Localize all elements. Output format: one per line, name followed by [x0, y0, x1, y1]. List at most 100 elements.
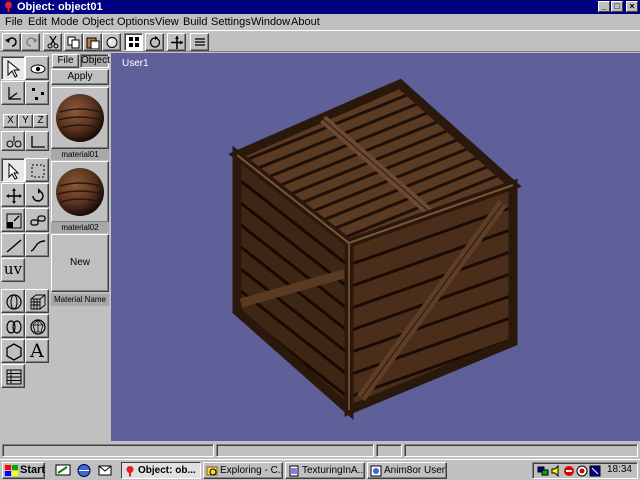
- menu-build[interactable]: Build: [183, 16, 207, 28]
- minimize-button[interactable]: _: [598, 1, 610, 12]
- nonuniform-scale-tool[interactable]: [25, 208, 49, 232]
- geosphere-tool[interactable]: [25, 314, 49, 338]
- menu-file[interactable]: File: [5, 16, 23, 28]
- system-tray: 18:34: [532, 462, 638, 479]
- points-icon: [32, 88, 44, 100]
- axis-x-toggle[interactable]: X: [3, 114, 18, 128]
- undo-button[interactable]: [2, 33, 21, 51]
- snap-tool[interactable]: [1, 131, 25, 151]
- quicklaunch-mail[interactable]: [97, 463, 113, 478]
- rotate-view-button[interactable]: [145, 33, 164, 51]
- line-tool[interactable]: [1, 233, 25, 257]
- material-name-1: material01: [51, 149, 109, 160]
- task-anim8or-user[interactable]: Anim8or User'...: [367, 462, 447, 479]
- tab-object[interactable]: Object: [80, 54, 110, 68]
- cylinder-icon: [6, 320, 22, 334]
- cube-tool[interactable]: [25, 289, 49, 313]
- scale-tool[interactable]: [1, 208, 25, 232]
- mail-icon: [98, 465, 112, 476]
- task-texturing[interactable]: TexturingInA...: [285, 462, 365, 479]
- list-button[interactable]: [190, 33, 209, 51]
- pointer-tool[interactable]: [1, 158, 25, 182]
- globe-icon[interactable]: [576, 465, 588, 477]
- tab-file[interactable]: File: [52, 54, 79, 68]
- rotate-icon: [32, 188, 44, 202]
- status-pane-4: [404, 444, 638, 457]
- status-pane-1: [2, 444, 214, 457]
- anim8or-icon: [126, 466, 134, 477]
- view-tool[interactable]: [25, 56, 49, 80]
- browser-icon: [77, 464, 91, 477]
- spline-tool[interactable]: [25, 233, 49, 257]
- menu-settings[interactable]: Settings: [211, 16, 251, 28]
- task-object-window[interactable]: Object: ob...: [121, 462, 201, 479]
- clock[interactable]: 18:34: [607, 464, 632, 475]
- wood-sphere-icon: [56, 94, 104, 142]
- wood-sphere-icon: [56, 168, 104, 216]
- apply-button[interactable]: Apply: [51, 69, 109, 85]
- network-icon[interactable]: [537, 465, 549, 477]
- move-tool[interactable]: [1, 183, 25, 207]
- move-icon: [6, 188, 22, 204]
- axis-y-toggle[interactable]: Y: [18, 114, 33, 128]
- snap-icon: [6, 136, 22, 148]
- menu-edit[interactable]: Edit: [28, 16, 47, 28]
- menu-view[interactable]: View: [155, 16, 179, 28]
- menu-object[interactable]: Object: [82, 16, 114, 28]
- start-label: Start: [20, 464, 46, 476]
- app-icon: [5, 1, 12, 12]
- material-button[interactable]: [102, 33, 121, 51]
- quicklaunch-desktop[interactable]: [55, 463, 71, 478]
- copy-button[interactable]: [64, 33, 83, 51]
- axis-z-toggle[interactable]: Z: [33, 114, 48, 128]
- eye-icon: [30, 64, 46, 74]
- sphere-tool[interactable]: [1, 289, 25, 313]
- menu-mode[interactable]: Mode: [51, 16, 79, 28]
- wooden-crate: [228, 78, 522, 420]
- scale-icon: [6, 213, 22, 229]
- cut-icon: [47, 36, 59, 49]
- status-pane-3: [376, 444, 402, 457]
- antivirus-icon[interactable]: [563, 465, 575, 477]
- viewport-3d[interactable]: User1: [111, 53, 640, 441]
- tray-app-icon[interactable]: [589, 465, 601, 477]
- hexagon-icon: [6, 343, 22, 361]
- axis-tool[interactable]: [1, 81, 25, 105]
- quicklaunch-browser[interactable]: [76, 463, 92, 478]
- menu-window[interactable]: Window: [251, 16, 290, 28]
- material-swatch-1[interactable]: [51, 87, 109, 149]
- polygon-tool[interactable]: [1, 339, 25, 363]
- task-exploring[interactable]: Exploring - C...: [203, 462, 283, 479]
- points-tool[interactable]: [25, 81, 49, 105]
- rotate-tool[interactable]: [25, 183, 49, 207]
- geosphere-icon: [30, 319, 46, 335]
- redo-button[interactable]: [21, 33, 40, 51]
- material-panel: File Object Apply material01 material02 …: [50, 53, 110, 443]
- close-button[interactable]: ×: [626, 1, 638, 12]
- volume-icon[interactable]: [550, 465, 562, 477]
- pointer-icon: [8, 162, 20, 180]
- cut-button[interactable]: [43, 33, 62, 51]
- move-view-button[interactable]: [167, 33, 186, 51]
- dashed-rectangle-icon: [31, 164, 45, 178]
- explorer-icon: [206, 466, 218, 476]
- title-bar[interactable]: Object: object01 _ □ ×: [0, 0, 640, 14]
- new-material-button[interactable]: New: [51, 234, 109, 292]
- maximize-button[interactable]: □: [611, 1, 623, 12]
- taskbar: Start Object: ob... Exploring - C... Tex…: [0, 459, 640, 480]
- menu-about[interactable]: About: [291, 16, 320, 28]
- paste-button[interactable]: [83, 33, 102, 51]
- toolbar: [0, 30, 640, 52]
- material-swatch-2[interactable]: [51, 161, 109, 223]
- cylinder-tool[interactable]: [1, 314, 25, 338]
- grid-points-button[interactable]: [124, 33, 143, 51]
- drag-select-tool[interactable]: [25, 158, 49, 182]
- select-tool[interactable]: [1, 56, 25, 80]
- document-icon: [289, 465, 299, 477]
- menu-options[interactable]: Options: [117, 16, 155, 28]
- text-tool[interactable]: A: [25, 339, 49, 363]
- table-tool[interactable]: [1, 364, 25, 388]
- corner-tool[interactable]: [25, 131, 49, 151]
- start-button[interactable]: Start: [2, 462, 45, 479]
- uv-tool[interactable]: uv: [1, 258, 25, 282]
